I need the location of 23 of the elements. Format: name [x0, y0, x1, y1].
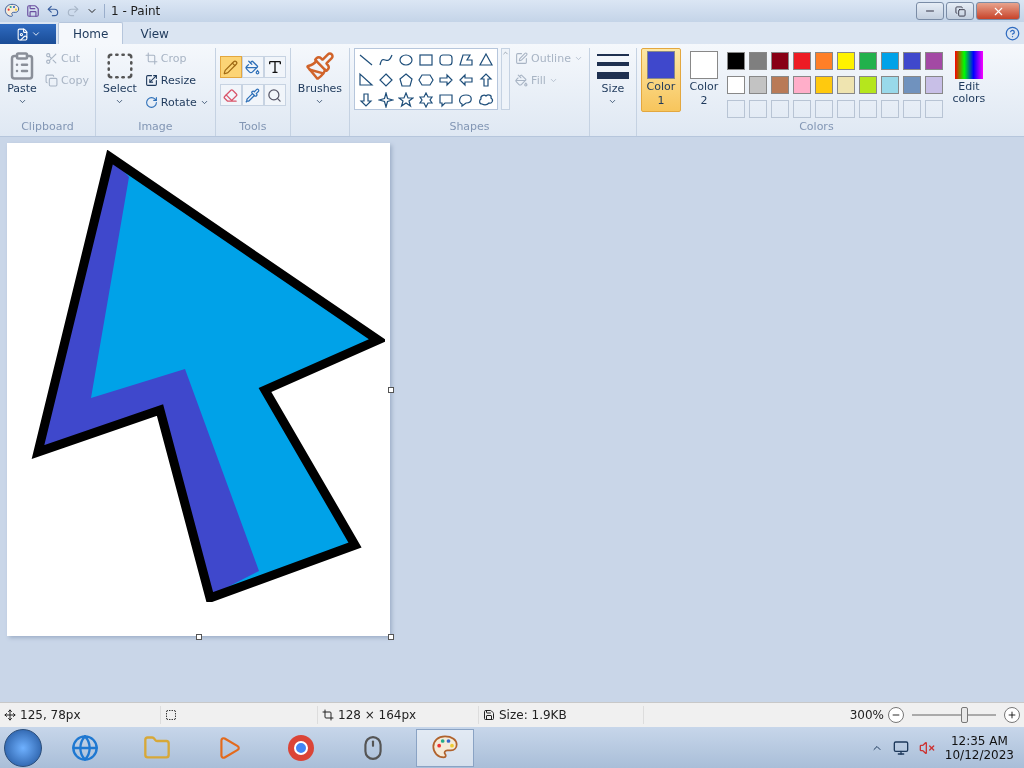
group-label: Shapes [448, 120, 491, 135]
group-label: Colors [798, 120, 835, 135]
select-button[interactable]: Select [99, 48, 140, 112]
group-label: Clipboard [20, 120, 75, 135]
clock-date[interactable]: 10/12/2023 [944, 747, 1014, 762]
group-label: Tools [238, 120, 268, 135]
edit-colors-button[interactable]: Edit colors [945, 48, 992, 112]
ribbon-tab[interactable]: View [125, 22, 184, 44]
color-slot-button[interactable]: Color 2 [683, 48, 724, 112]
color-slot-button[interactable]: Color 1 [640, 48, 681, 112]
clock-time[interactable]: 12:35 AM [950, 733, 1008, 748]
paste-button[interactable]: Paste [4, 48, 40, 112]
ribbon-tab[interactable]: Home [58, 22, 124, 44]
group-label: Image [137, 120, 174, 135]
brushes-button[interactable]: Brushes [294, 48, 346, 112]
rotate-button[interactable]: Rotate [142, 92, 211, 113]
resize-button[interactable]: Resize [142, 70, 211, 91]
size-button[interactable]: Size [593, 48, 632, 112]
file-size: Size: 1.9KB [499, 708, 567, 722]
zoom-level: 300% [849, 708, 884, 722]
canvas-size: 128 × 164px [338, 708, 417, 722]
window-title: 1 - Paint [104, 4, 161, 18]
cursor-position: 125, 78px [20, 708, 81, 722]
